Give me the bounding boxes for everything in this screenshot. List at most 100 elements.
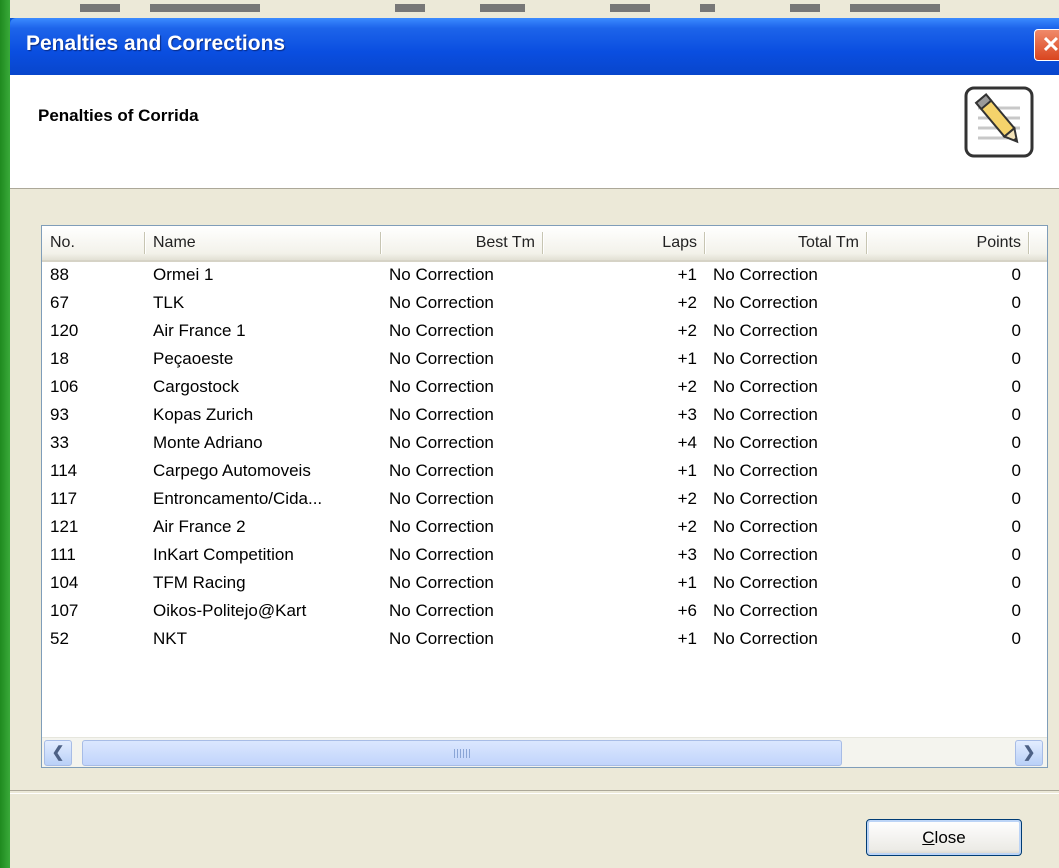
cell-laps: +4 <box>677 433 697 452</box>
table-row[interactable]: 104 TFM Racing No Correction +1 No Correctio… <box>42 570 1047 598</box>
table-row[interactable]: 67 TLK No Correction +2 No Correction 0 <box>42 290 1047 318</box>
background-window-strip <box>0 0 1059 18</box>
screen: Penalties and Corrections ✕ Penalties of… <box>0 0 1059 868</box>
cell-laps: +1 <box>677 573 697 592</box>
cell-best-tm: No Correction <box>389 377 494 396</box>
horizontal-scrollbar[interactable]: ❮ ❯ <box>42 737 1047 767</box>
cell-best-tm: No Correction <box>389 517 494 536</box>
cell-total-tm: No Correction <box>713 489 818 508</box>
cell-no: 104 <box>50 573 79 592</box>
scroll-right-icon[interactable]: ❯ <box>1015 740 1043 766</box>
close-button-mnemonic: C <box>922 828 935 847</box>
cell-points: 0 <box>1011 489 1021 508</box>
table-row[interactable]: 88 Ormei 1 No Correction +1 No Correction 0 <box>42 262 1047 290</box>
cell-laps: +3 <box>677 545 697 564</box>
cell-best-tm: No Correction <box>389 293 494 312</box>
cell-name: TLK <box>153 293 185 312</box>
cell-best-tm: No Correction <box>389 573 494 592</box>
cell-no: 107 <box>50 601 79 620</box>
table-row[interactable]: 107 Oikos-Politejo@Kart No Correction +6 No … <box>42 598 1047 626</box>
column-header-points[interactable]: Points <box>867 226 1029 260</box>
page-title: Penalties of Corrida <box>38 106 199 125</box>
table-row[interactable]: 33 Monte Adriano No Correction +4 No Correct… <box>42 430 1047 458</box>
column-header-name[interactable]: Name <box>145 226 381 260</box>
cell-total-tm: No Correction <box>713 349 818 368</box>
cell-no: 93 <box>50 405 69 424</box>
cell-total-tm: No Correction <box>713 517 818 536</box>
header-panel: Penalties of Corrida <box>10 75 1059 189</box>
cell-total-tm: No Correction <box>713 545 818 564</box>
cell-no: 120 <box>50 321 79 340</box>
cell-no: 52 <box>50 629 69 648</box>
column-header-laps[interactable]: Laps <box>543 226 705 260</box>
cell-no: 114 <box>50 461 78 480</box>
list-header: No. Name Best Tm Laps Total Tm Points <box>42 226 1047 262</box>
cell-best-tm: No Correction <box>389 349 494 368</box>
close-button-label: lose <box>934 828 966 847</box>
cell-points: 0 <box>1011 405 1021 424</box>
cell-name: Monte Adriano <box>153 433 263 452</box>
cell-laps: +1 <box>677 461 697 480</box>
cell-laps: +1 <box>677 629 697 648</box>
cell-best-tm: No Correction <box>389 433 494 452</box>
penalties-dialog: Penalties and Corrections ✕ Penalties of… <box>10 18 1059 868</box>
table-row[interactable]: 120 Air France 1 No Correction +2 No Correct… <box>42 318 1047 346</box>
cell-name: Cargostock <box>153 377 239 396</box>
edit-document-icon <box>964 86 1034 158</box>
scrollbar-grip <box>454 749 470 758</box>
cell-laps: +3 <box>677 405 697 424</box>
table-row[interactable]: 114 Carpego Automoveis No Correction +1 No C… <box>42 458 1047 486</box>
table-row[interactable]: 93 Kopas Zurich No Correction +3 No Correcti… <box>42 402 1047 430</box>
cell-total-tm: No Correction <box>713 573 818 592</box>
scrollbar-thumb[interactable] <box>82 740 842 766</box>
cell-total-tm: No Correction <box>713 629 818 648</box>
table-row[interactable]: 117 Entroncamento/Cida... No Correction +2 N… <box>42 486 1047 514</box>
cell-points: 0 <box>1011 293 1021 312</box>
cell-name: Air France 1 <box>153 321 246 340</box>
cell-name: Kopas Zurich <box>153 405 254 424</box>
table-row[interactable]: 52 NKT No Correction +1 No Correction 0 <box>42 626 1047 654</box>
cell-points: 0 <box>1011 517 1021 536</box>
table-row[interactable]: 18 Peçaoeste No Correction +1 No Correction 0 <box>42 346 1047 374</box>
cell-total-tm: No Correction <box>713 433 818 452</box>
close-button[interactable]: Close <box>866 819 1022 856</box>
scroll-left-icon[interactable]: ❮ <box>44 740 72 766</box>
cell-laps: +1 <box>677 349 697 368</box>
cell-points: 0 <box>1011 349 1021 368</box>
title-bar[interactable]: Penalties and Corrections ✕ <box>10 18 1059 75</box>
cell-name: NKT <box>153 629 187 648</box>
cell-laps: +2 <box>677 293 697 312</box>
column-header-no[interactable]: No. <box>42 226 145 260</box>
cell-laps: +2 <box>677 321 697 340</box>
column-header-best-tm[interactable]: Best Tm <box>381 226 543 260</box>
cell-no: 121 <box>50 517 79 536</box>
cell-laps: +2 <box>677 517 697 536</box>
cell-total-tm: No Correction <box>713 461 818 480</box>
cell-name: InKart Competition <box>153 545 294 564</box>
cell-no: 106 <box>50 377 79 396</box>
cell-no: 67 <box>50 293 69 312</box>
cell-points: 0 <box>1011 573 1021 592</box>
column-header-total-tm[interactable]: Total Tm <box>705 226 867 260</box>
table-row[interactable]: 111 InKart Competition No Correction +3 No C… <box>42 542 1047 570</box>
cell-laps: +2 <box>677 377 697 396</box>
background-window-edge <box>0 0 10 868</box>
cell-best-tm: No Correction <box>389 265 494 284</box>
cell-points: 0 <box>1011 545 1021 564</box>
cell-total-tm: No Correction <box>713 293 818 312</box>
table-row[interactable]: 121 Air France 2 No Correction +2 No Correct… <box>42 514 1047 542</box>
list-rows: 88 Ormei 1 No Correction +1 No Correction 0 67… <box>42 262 1047 654</box>
cell-laps: +6 <box>677 601 697 620</box>
dialog-body: Penalties of Corrida No. Name Best Tm La… <box>10 75 1059 868</box>
penalties-list[interactable]: No. Name Best Tm Laps Total Tm Points 88… <box>41 225 1048 768</box>
close-window-icon[interactable]: ✕ <box>1034 29 1059 61</box>
cell-name: Peçaoeste <box>153 349 234 368</box>
cell-total-tm: No Correction <box>713 601 818 620</box>
cell-points: 0 <box>1011 629 1021 648</box>
cell-points: 0 <box>1011 265 1021 284</box>
cell-name: Carpego Automoveis <box>153 461 311 480</box>
cell-best-tm: No Correction <box>389 321 494 340</box>
table-row[interactable]: 106 Cargostock No Correction +2 No Correctio… <box>42 374 1047 402</box>
cell-no: 33 <box>50 433 69 452</box>
cell-name: Oikos-Politejo@Kart <box>153 601 307 620</box>
